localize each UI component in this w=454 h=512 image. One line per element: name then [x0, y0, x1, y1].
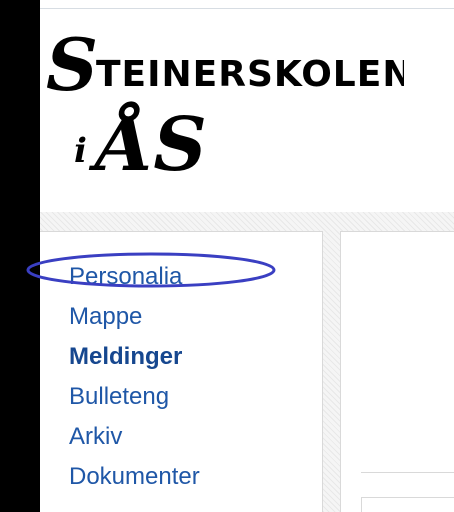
content-divider	[361, 472, 454, 473]
sidebar-item-mappe[interactable]: Mappe	[69, 297, 200, 337]
main-content-panel	[340, 231, 454, 512]
sidebar-item-bulleteng[interactable]: Bulleteng	[69, 377, 200, 417]
sidebar-item-personalia[interactable]: Personalia	[69, 257, 200, 297]
logo-big-s: S	[46, 22, 98, 107]
sidebar-nav: Personalia Mappe Meldinger Bulleteng Ark…	[69, 257, 200, 497]
logo-text-as: ÅS	[88, 100, 207, 182]
logo-text-i: i	[74, 131, 87, 171]
sidebar: Personalia Mappe Meldinger Bulleteng Ark…	[40, 231, 323, 512]
sidebar-item-dokumenter[interactable]: Dokumenter	[69, 457, 200, 497]
page: S TEINERSKOLEN i ÅS Personalia Mappe Mel…	[0, 0, 454, 512]
logo-text-teinerskolen: TEINERSKOLEN	[96, 54, 404, 95]
left-black-bar	[0, 0, 40, 512]
sidebar-item-arkiv[interactable]: Arkiv	[69, 417, 200, 457]
top-edge	[40, 0, 454, 9]
school-logo: S TEINERSKOLEN i ÅS	[46, 22, 404, 182]
content-box	[361, 497, 454, 512]
sidebar-item-meldinger[interactable]: Meldinger	[69, 337, 200, 377]
